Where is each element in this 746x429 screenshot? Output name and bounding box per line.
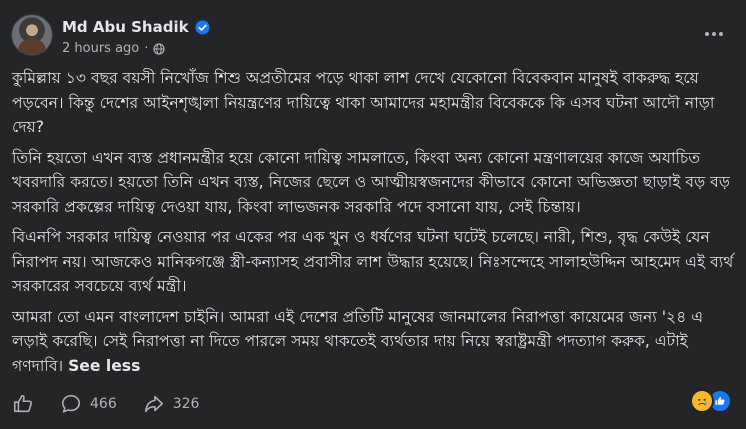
comment-icon	[61, 394, 81, 413]
author-avatar[interactable]	[12, 15, 52, 55]
more-options-button[interactable]	[700, 24, 728, 44]
share-icon	[144, 395, 163, 413]
post-paragraph: কুমিল্লায় ১৩ বছর বয়সী নিখোঁজ শিশু অপ্র…	[12, 69, 715, 136]
author-name[interactable]: Md Abu Shadik	[62, 18, 189, 36]
post-meta: 2 hours ago ·	[62, 41, 166, 56]
sad-reaction-icon	[690, 389, 714, 413]
post-paragraph: তিনি হয়তো এখন ব্যস্ত প্রধানমন্ত্রীর হয়…	[12, 148, 730, 216]
see-less-link[interactable]: See less	[68, 357, 140, 375]
post-timestamp[interactable]: 2 hours ago	[62, 41, 139, 56]
verified-badge-icon	[195, 19, 210, 35]
thumbs-up-icon	[13, 394, 33, 413]
author-row: Md Abu Shadik	[62, 18, 210, 36]
share-button[interactable]: 326	[143, 393, 200, 415]
reaction-summary[interactable]	[690, 389, 732, 413]
post-actions: 466 326	[12, 390, 734, 418]
post-text: কুমিল্লায় ১৩ বছর বয়সী নিখোঁজ শিশু অপ্র…	[12, 66, 734, 384]
globe-icon[interactable]	[153, 42, 166, 55]
post-paragraph: বিএনপি সরকার দায়িত্ব নেওয়ার পর একের পর…	[12, 228, 734, 295]
comment-button[interactable]: 466	[60, 393, 117, 415]
like-button[interactable]	[12, 393, 34, 415]
meta-separator: ·	[144, 41, 149, 56]
comment-count: 466	[90, 396, 117, 412]
post-header: Md Abu Shadik 2 hours ago ·	[0, 0, 746, 66]
share-count: 326	[172, 396, 200, 412]
post-paragraph-last: আমরা তো এমন বাংলাদেশ চাইনি। আমরা এই দেশে…	[12, 305, 734, 379]
